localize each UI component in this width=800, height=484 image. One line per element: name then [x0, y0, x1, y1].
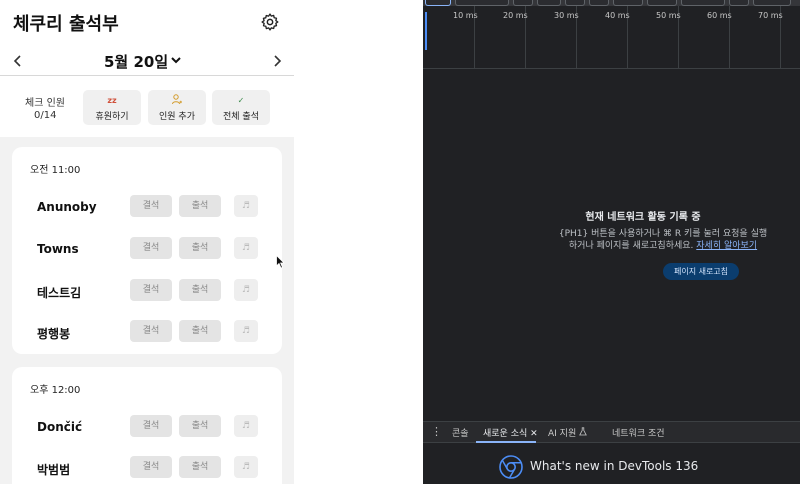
music-note-icon[interactable]: ♬: [234, 456, 258, 478]
add-person-icon: [148, 94, 206, 109]
empty-state-line-text: 하거나 페이지를 새로고침하세요.: [568, 241, 694, 251]
timeline-tick-label: 60 ms: [707, 11, 732, 20]
music-note-icon[interactable]: ♬: [234, 320, 258, 342]
check-count-label: 체크 인원: [25, 98, 65, 109]
check-count-value: 0/14: [34, 110, 57, 121]
check-icon: ✓: [237, 96, 245, 105]
timeline-tick-label: 70 ms: [758, 11, 783, 20]
absent-button[interactable]: 결석: [130, 320, 172, 342]
gear-icon[interactable]: [260, 12, 280, 32]
chevron-down-icon[interactable]: [170, 54, 182, 66]
closure-button[interactable]: zz 휴원하기: [83, 90, 141, 125]
absent-button[interactable]: 결석: [130, 195, 172, 217]
present-button[interactable]: 출석: [179, 279, 221, 301]
empty-state-line: 하거나 페이지를 새로고침하세요. 자세히 알아보기: [523, 240, 800, 252]
add-person-button-label: 인원 추가: [159, 112, 195, 122]
time-slot-card: 오후 12:00 Dončić 결석 출석 ♬ 박범범 결석 출석 ♬: [12, 367, 282, 484]
time-slot-card: 오전 11:00 Anunoby 결석 출석 ♬ Towns 결석 출석 ♬ 테…: [12, 147, 282, 354]
slot-time: 오후 12:00: [30, 385, 81, 396]
absent-button[interactable]: 결석: [130, 456, 172, 478]
timeline-tick-label: 30 ms: [554, 11, 579, 20]
tab-ai-assistance[interactable]: AI 지원: [548, 426, 587, 439]
music-note-icon[interactable]: ♬: [234, 415, 258, 437]
present-button[interactable]: 출석: [179, 237, 221, 259]
more-options-icon[interactable]: ⋮: [431, 425, 442, 438]
mark-all-present-button-label: 전체 출석: [223, 112, 259, 122]
music-note-icon[interactable]: ♬: [234, 195, 258, 217]
tab-whats-new[interactable]: 새로운 소식 ✕: [483, 426, 538, 439]
tab-ai-label: AI 지원: [548, 429, 577, 439]
attendance-app: 체쿠리 출석부 5월 20일 체크 인원 0/14 zz 휴원하기 인원 추가 …: [0, 0, 294, 484]
mark-all-present-button[interactable]: ✓ 전체 출석: [212, 90, 270, 125]
chrome-devtools-logo-icon: [499, 455, 523, 479]
whats-new-panel: What's new in DevTools 136: [423, 443, 800, 484]
empty-state-title: 현재 네트워크 활동 기록 중: [585, 212, 701, 223]
present-button[interactable]: 출석: [179, 415, 221, 437]
slot-time: 오전 11:00: [30, 165, 81, 176]
music-note-icon[interactable]: ♬: [234, 279, 258, 301]
student-name: 테스트김: [37, 286, 82, 300]
learn-more-link[interactable]: 자세히 알아보기: [696, 241, 757, 251]
reload-page-button[interactable]: 페이지 새로고침: [663, 263, 739, 280]
tab-network-conditions[interactable]: 네트워크 조건: [612, 426, 665, 439]
page-title: 체쿠리 출석부: [13, 14, 119, 35]
present-button[interactable]: 출석: [179, 195, 221, 217]
drawer-tab-bar: ⋮ 콘솔 새로운 소식 ✕ AI 지원 네트워크 조건: [423, 421, 800, 443]
absent-button[interactable]: 결석: [130, 415, 172, 437]
present-button[interactable]: 출석: [179, 320, 221, 342]
mouse-cursor-icon: [276, 255, 285, 269]
devtools-panel: 10 ms 20 ms 30 ms 40 ms 50 ms 60 ms 70 m…: [423, 0, 800, 484]
chevron-left-icon[interactable]: [12, 52, 24, 70]
timeline-tick-label: 10 ms: [453, 11, 478, 20]
music-note-icon[interactable]: ♬: [234, 237, 258, 259]
flask-icon: [579, 427, 587, 436]
zz-sleep-icon: zz: [107, 96, 117, 105]
app-header: 체쿠리 출석부 5월 20일 체크 인원 0/14 zz 휴원하기 인원 추가 …: [0, 0, 294, 137]
timeline-tick-label: 20 ms: [503, 11, 528, 20]
empty-state-line: {PH1} 버튼을 사용하거나 ⌘ R 키를 눌러 요청을 실행: [558, 229, 768, 239]
closure-button-label: 휴원하기: [95, 112, 129, 122]
date-navigator: 5월 20일: [0, 48, 294, 76]
absent-button[interactable]: 결석: [130, 279, 172, 301]
close-icon[interactable]: ✕: [530, 429, 538, 439]
student-name: 박범범: [37, 463, 71, 477]
chevron-right-icon[interactable]: [271, 52, 283, 70]
timeline-tick-label: 40 ms: [605, 11, 630, 20]
student-name: 평행봉: [37, 327, 71, 341]
tab-whats-new-label: 새로운 소식: [483, 429, 528, 439]
current-date[interactable]: 5월 20일: [104, 51, 168, 72]
timeline-tick-label: 50 ms: [656, 11, 681, 20]
tab-console[interactable]: 콘솔: [452, 426, 469, 439]
empty-state-description: {PH1} 버튼을 사용하거나 ⌘ R 키를 눌러 요청을 실행 하거나 페이지…: [523, 228, 800, 252]
network-timeline[interactable]: 10 ms 20 ms 30 ms 40 ms 50 ms 60 ms 70 m…: [423, 6, 800, 69]
absent-button[interactable]: 결석: [130, 237, 172, 259]
present-button[interactable]: 출석: [179, 456, 221, 478]
student-name: Towns: [37, 242, 79, 256]
add-person-button[interactable]: 인원 추가: [148, 90, 206, 125]
timeline-marker: [425, 12, 427, 50]
student-name: Anunoby: [37, 200, 97, 214]
student-name: Dončić: [37, 420, 83, 434]
whats-new-heading[interactable]: What's new in DevTools 136: [530, 459, 698, 473]
